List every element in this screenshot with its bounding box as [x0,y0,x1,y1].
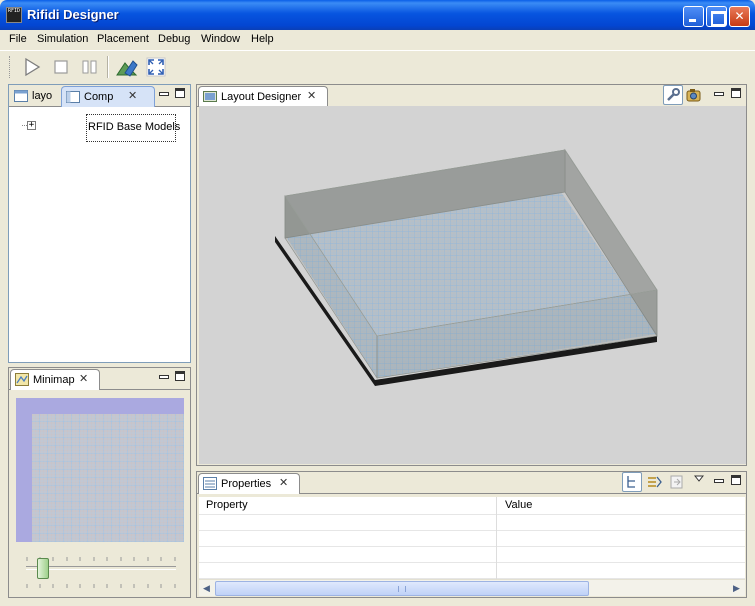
horizontal-scrollbar[interactable]: ◀ ▶ [199,579,745,596]
toolbar-grip[interactable] [9,56,12,78]
camera-icon [686,89,701,102]
layout-tabstrip: Layout Designer ✕ [197,85,746,107]
close-button[interactable]: ✕ [729,6,750,27]
slider-ticks-bottom [26,579,176,588]
maximize-view-icon[interactable] [175,88,185,98]
table-row[interactable] [199,563,745,579]
close-tab-icon[interactable]: ✕ [128,87,137,106]
restore-defaults-button[interactable] [668,473,688,493]
place-icon [116,60,138,77]
zoom-slider-thumb[interactable] [37,558,49,579]
tree-icon [627,476,635,488]
minimize-icon [684,7,703,26]
close-layout-designer-icon[interactable]: ✕ [307,87,316,106]
tab-layout-label: layo [32,90,53,102]
menu-window[interactable]: Window [201,33,240,45]
minimap-tab-icon [15,373,29,386]
menu-icon [693,475,705,482]
scroll-thumb[interactable] [215,581,589,596]
defaults-icon [670,475,683,489]
menu-file[interactable]: File [9,33,27,45]
minimize-view-icon[interactable] [158,88,169,98]
window-title: Rifidi Designer [27,7,119,22]
tree-node-rfid-base-models[interactable]: RFID Base Models [86,114,180,142]
stop-icon [54,60,68,74]
app-icon-label: RFID [7,8,21,14]
show-advanced-button[interactable] [645,473,665,493]
camera-button[interactable] [685,86,705,106]
minimap-tabstrip: Minimap ✕ [9,368,190,390]
show-categories-button[interactable] [622,472,642,492]
layout-designer-tab-icon [203,90,217,103]
advanced-icon [648,476,662,488]
tab-layout-designer-label: Layout Designer [221,91,302,103]
table-row[interactable] [199,531,745,547]
wrench-icon [667,88,680,101]
tab-layout[interactable]: layo [10,86,62,107]
maximize-minimap-icon[interactable] [175,371,185,381]
minimize-minimap-icon[interactable] [158,371,169,381]
tab-minimap[interactable]: Minimap ✕ [10,369,100,390]
stop-button[interactable] [51,57,71,77]
maximize-icon [707,7,726,26]
fullscreen-button[interactable] [146,57,166,77]
properties-tabstrip: Properties ✕ [197,472,746,494]
toolbar [0,50,755,82]
scroll-left-icon[interactable]: ◀ [199,581,214,596]
play-icon [25,57,41,77]
minimize-button[interactable] [683,6,704,27]
tab-components-label: Comp [84,91,114,103]
tab-properties[interactable]: Properties ✕ [198,473,300,494]
layout-3d-viewport[interactable] [199,106,746,464]
view-menu-button[interactable] [693,474,705,484]
scroll-right-icon[interactable]: ▶ [729,581,744,596]
minimize-layout-icon[interactable] [713,88,724,98]
menu-simulation[interactable]: Simulation [37,33,88,45]
menu-bar: File Simulation Placement Debug Window H… [0,30,755,49]
slider-ticks-top [26,552,176,561]
table-row[interactable] [199,547,745,563]
menu-debug[interactable]: Debug [158,33,190,45]
minimize-properties-icon[interactable] [713,475,724,485]
properties-tab-icon [203,477,217,490]
table-row[interactable] [199,515,745,531]
tree-expand-icon[interactable]: + [27,121,36,130]
menu-placement[interactable]: Placement [97,33,149,45]
column-value[interactable]: Value [505,499,532,511]
close-properties-icon[interactable]: ✕ [279,474,288,493]
close-minimap-icon[interactable]: ✕ [79,370,88,389]
layout-tab-icon [14,89,28,102]
pause-icon [82,60,97,74]
toolbar-separator [107,56,109,78]
tab-components[interactable]: Comp ✕ [61,86,155,107]
room-3d-model [275,148,658,386]
components-tabstrip: layo Comp ✕ [9,85,190,107]
close-icon: ✕ [734,9,745,23]
components-tab-icon [66,90,80,103]
tab-minimap-label: Minimap [33,374,75,386]
minimap-floor-grid [32,414,184,542]
tab-layout-designer[interactable]: Layout Designer ✕ [198,86,328,107]
column-divider[interactable] [496,497,497,579]
scroll-grip [398,586,406,592]
play-button[interactable] [22,57,42,77]
tab-properties-label: Properties [221,478,272,490]
minimap-canvas[interactable] [16,398,184,542]
menu-help[interactable]: Help [251,33,274,45]
maximize-layout-icon[interactable] [731,88,741,98]
column-property[interactable]: Property [206,499,248,511]
pause-button[interactable] [80,57,100,77]
maximize-button[interactable] [706,6,727,27]
title-bar: RFID Rifidi Designer ✕ [0,0,755,30]
app-icon: RFID [6,7,22,23]
wrench-button[interactable] [663,85,683,105]
place-button[interactable] [116,57,138,77]
properties-table-header: Property Value [199,497,745,515]
fullscreen-icon [146,57,166,77]
maximize-properties-icon[interactable] [731,475,741,485]
